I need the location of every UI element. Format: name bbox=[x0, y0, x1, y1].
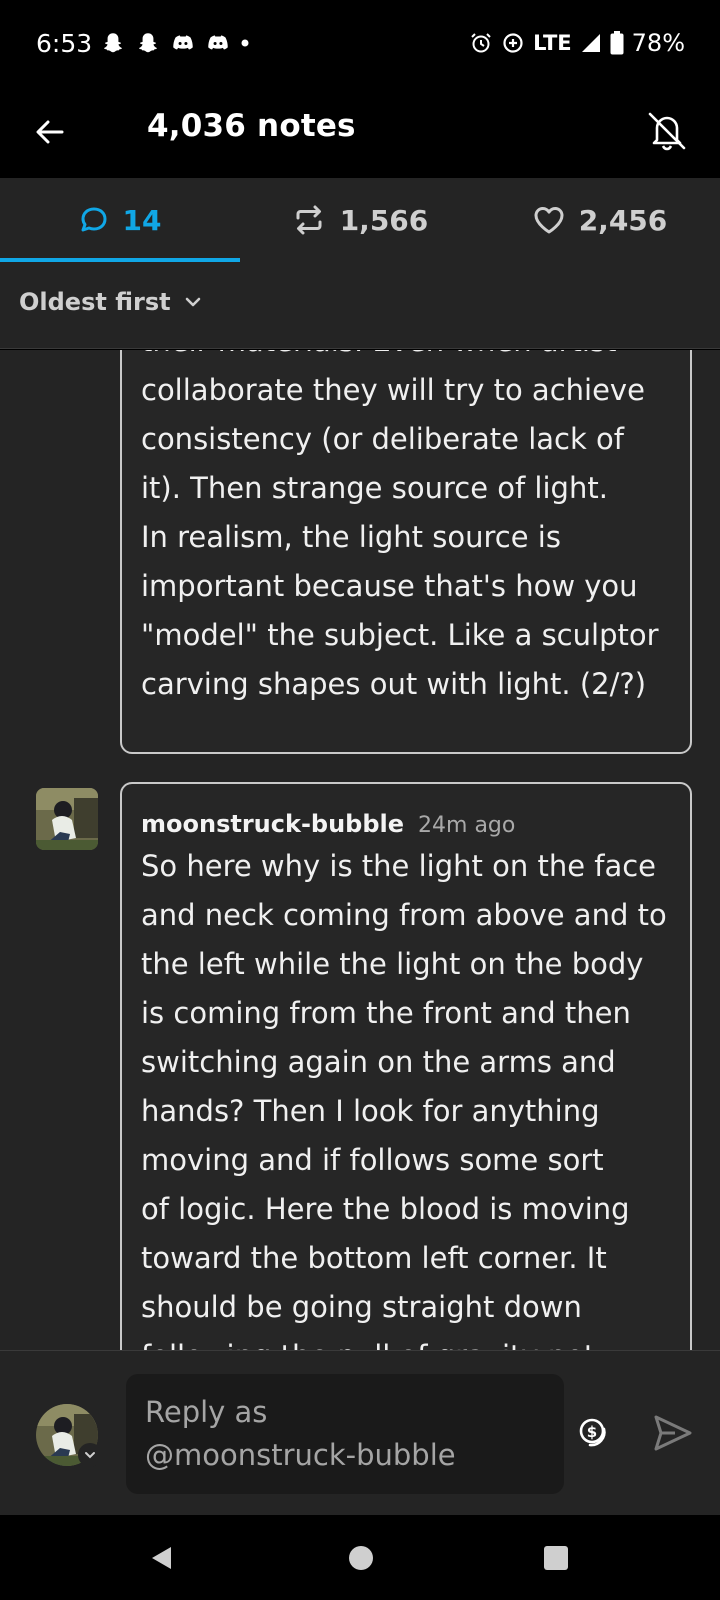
sort-dropdown[interactable]: Oldest first bbox=[19, 288, 203, 316]
send-button[interactable] bbox=[650, 1411, 694, 1455]
note-timestamp: 24m ago bbox=[418, 813, 516, 838]
discord-icon bbox=[173, 35, 193, 50]
heart-icon bbox=[534, 207, 564, 234]
arrow-left-icon bbox=[36, 120, 64, 144]
note-card: moonstruck-bubble 24m ago So here why is… bbox=[120, 782, 692, 1350]
alarm-icon bbox=[471, 33, 491, 53]
avatar[interactable] bbox=[36, 788, 98, 850]
status-bar: 6:53 LTE 78% bbox=[0, 0, 720, 90]
battery-icon bbox=[610, 31, 624, 55]
circle-home-icon bbox=[349, 1546, 373, 1570]
back-button[interactable] bbox=[26, 108, 74, 156]
replies-count: 14 bbox=[122, 203, 162, 237]
notification-icons bbox=[100, 30, 250, 56]
notes-tabs: 14 1,566 2,456 bbox=[0, 178, 720, 262]
discord-icon bbox=[208, 35, 228, 50]
tab-replies[interactable]: 14 bbox=[0, 178, 240, 262]
coin-icon: $ bbox=[579, 1418, 606, 1447]
avatar-image bbox=[36, 788, 98, 850]
system-nav-bar bbox=[0, 1515, 720, 1600]
mute-notifications-button[interactable] bbox=[642, 106, 692, 156]
notes-list: their materials. Even when artist collab… bbox=[0, 350, 720, 1350]
nav-back-button[interactable] bbox=[143, 1539, 181, 1577]
comment-icon bbox=[81, 207, 107, 232]
triangle-back-icon bbox=[152, 1547, 171, 1569]
reply-input[interactable] bbox=[126, 1374, 564, 1494]
sort-bar: Oldest first bbox=[0, 262, 720, 349]
note-username[interactable]: moonstruck-bubble bbox=[141, 810, 404, 838]
note-text: their materials. Even when artist collab… bbox=[141, 350, 659, 701]
battery-percent: 78% bbox=[631, 29, 685, 57]
status-time: 6:53 bbox=[36, 29, 93, 58]
note-card: their materials. Even when artist collab… bbox=[120, 350, 692, 754]
reblogs-count: 1,566 bbox=[339, 203, 429, 237]
svg-text:$: $ bbox=[587, 1423, 597, 1441]
app-header: 4,036 notes bbox=[0, 90, 720, 178]
chevron-down-icon bbox=[85, 1452, 95, 1459]
data-saver-icon bbox=[503, 33, 523, 53]
chevron-down-icon bbox=[185, 297, 200, 307]
network-type: LTE bbox=[533, 31, 572, 55]
tab-reblogs[interactable]: 1,566 bbox=[240, 178, 480, 262]
signal-icon bbox=[581, 34, 600, 52]
nav-recents-button[interactable] bbox=[537, 1539, 575, 1577]
system-icons: LTE 78% bbox=[469, 29, 685, 57]
snapchat-icon bbox=[103, 33, 123, 53]
likes-count: 2,456 bbox=[578, 203, 668, 237]
tip-button[interactable]: $ bbox=[574, 1413, 614, 1453]
note-text: So here why is the light on the face and… bbox=[141, 849, 667, 1350]
dot-icon bbox=[241, 39, 249, 47]
tab-likes[interactable]: 2,456 bbox=[480, 178, 720, 262]
sort-label: Oldest first bbox=[19, 288, 171, 316]
square-recents-icon bbox=[544, 1546, 568, 1570]
blog-switcher-chevron[interactable] bbox=[78, 1443, 102, 1467]
bell-off-icon bbox=[648, 112, 686, 151]
snapchat-icon bbox=[138, 33, 158, 53]
nav-home-button[interactable] bbox=[342, 1539, 380, 1577]
note-header: moonstruck-bubble 24m ago bbox=[122, 784, 690, 838]
reply-bar: $ bbox=[0, 1350, 720, 1515]
reblog-icon bbox=[296, 205, 322, 235]
page-title: 4,036 notes bbox=[147, 108, 356, 144]
send-icon bbox=[654, 1415, 692, 1451]
